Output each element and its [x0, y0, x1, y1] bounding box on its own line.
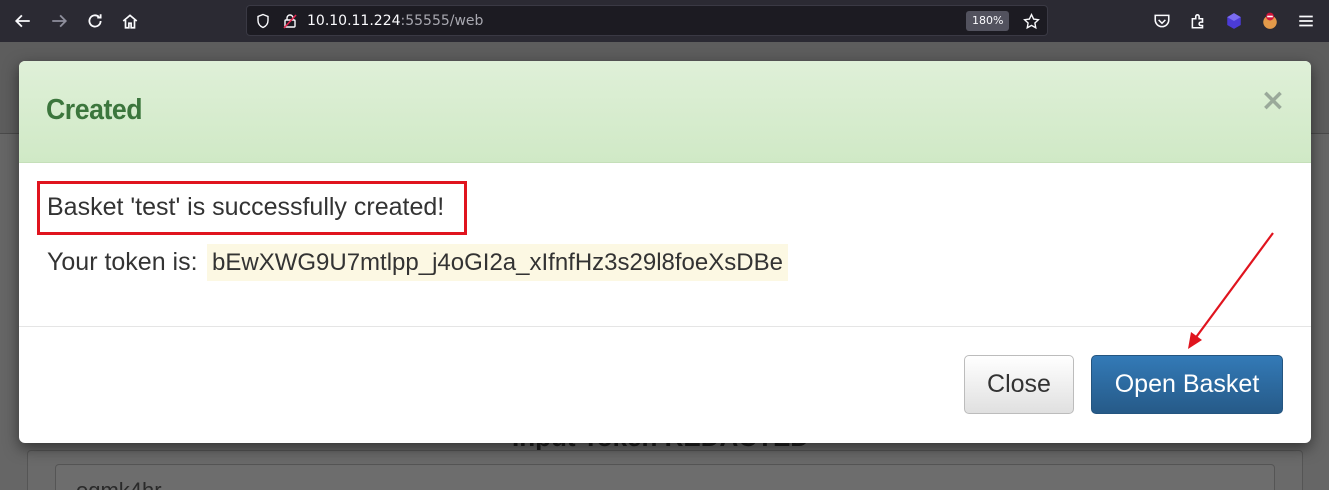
annotation-arrow	[1188, 232, 1274, 349]
success-message: Basket 'test' is successfully created!	[47, 193, 445, 221]
forward-icon[interactable]	[46, 8, 72, 34]
modal-header: Created ×	[19, 61, 1311, 163]
open-basket-button[interactable]: Open Basket	[1091, 355, 1283, 414]
token-value: bEwXWG9U7mtlpp_j4oGI2a_xIfnfHz3s29l8foeX…	[207, 244, 788, 281]
url-host: 10.10.11.224	[307, 13, 401, 29]
shield-icon[interactable]	[254, 12, 272, 30]
url-text: 10.10.11.224:55555/web	[307, 13, 483, 29]
background-input-text: ogmk4hr	[76, 478, 162, 490]
browser-toolbar: 10.10.11.224:55555/web 180%	[0, 0, 1329, 42]
extension-avatar-icon[interactable]	[1257, 8, 1283, 34]
home-icon[interactable]	[117, 8, 143, 34]
modal-title: Created	[46, 94, 143, 126]
reload-icon[interactable]	[82, 8, 108, 34]
menu-icon[interactable]	[1293, 8, 1319, 34]
url-bar[interactable]: 10.10.11.224:55555/web 180%	[246, 5, 1048, 36]
bookmark-star-icon[interactable]	[1021, 11, 1041, 31]
close-button[interactable]: Close	[964, 355, 1074, 414]
back-icon[interactable]	[10, 8, 36, 34]
background-token-input	[55, 464, 1275, 490]
token-label: Your token is:	[47, 248, 198, 276]
pocket-icon[interactable]	[1149, 8, 1175, 34]
insecure-lock-icon[interactable]	[281, 12, 299, 30]
created-modal: Created × Basket 'test' is successfully …	[19, 61, 1311, 443]
url-path: :55555/web	[400, 13, 484, 29]
zoom-badge[interactable]: 180%	[966, 11, 1010, 31]
modal-body: Basket 'test' is successfully created! Y…	[19, 163, 1311, 327]
close-icon[interactable]: ×	[1260, 86, 1286, 116]
extensions-icon[interactable]	[1185, 8, 1211, 34]
extension-cube-icon[interactable]	[1221, 8, 1247, 34]
